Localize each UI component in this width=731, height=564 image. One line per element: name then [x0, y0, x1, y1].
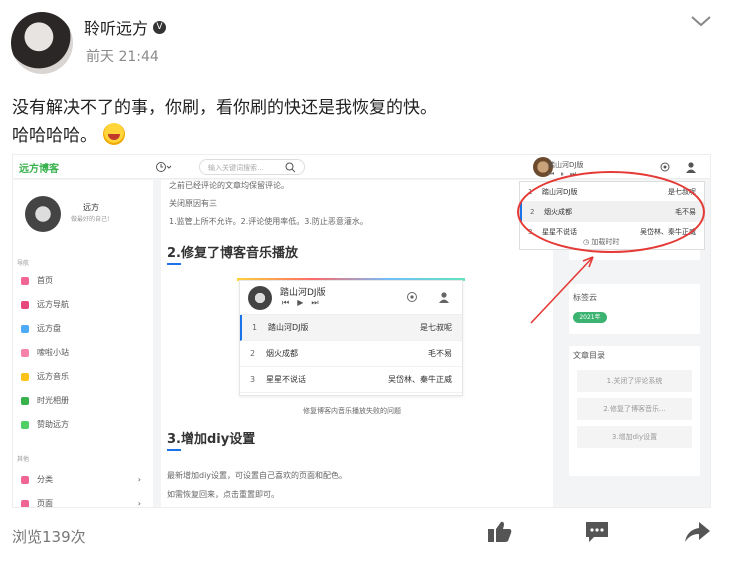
blog-logo[interactable]: 远方博客	[19, 160, 59, 175]
username[interactable]: 聆听远方	[84, 15, 148, 39]
search-icon[interactable]	[285, 162, 296, 173]
toc-title: 文章目录	[573, 351, 605, 360]
other-header: 其他	[17, 456, 30, 463]
play-icon[interactable]: ▶	[297, 298, 311, 307]
chevron-down-icon[interactable]	[690, 14, 712, 28]
heading-music-fix: 2.修复了博客音乐播放	[167, 246, 298, 261]
nav-header: 导航	[17, 260, 30, 267]
music-icon	[21, 372, 29, 381]
toc-item[interactable]: 1.关闭了评论系统	[577, 370, 692, 392]
prev-icon[interactable]: ⏮	[282, 298, 297, 307]
playlist-row[interactable]: 2 烟火成都 毛不易	[240, 341, 462, 367]
nav-item-site[interactable]: 嗦啦小站	[21, 347, 69, 358]
diy-line2: 如需恢复回来，点击重置即可。	[167, 490, 279, 499]
clock-icon[interactable]	[155, 161, 173, 173]
comment-icon[interactable]	[584, 520, 610, 544]
post-text-line1: 没有解决不了的事，你刷，看你刷的快还是我恢复的快。	[12, 98, 437, 118]
playlist-row[interactable]: 1 踏山河DJ版 是七叔呢	[240, 315, 462, 341]
popup-title: 踏山河DJ版	[548, 161, 584, 169]
nav-item-navigation[interactable]: 远方导航	[21, 299, 69, 310]
flag-icon	[21, 300, 29, 309]
player-title: 踏山河DJ版	[280, 288, 326, 298]
laughing-emoji-icon	[103, 122, 125, 145]
intro-line1: 之前已经评论的文章均保留评论。	[169, 181, 289, 190]
blog-sidebar: 远方 做最好的自己! 导航 首页 远方导航 远方盘 嗦啦小站 远方音乐 时光相册…	[13, 180, 153, 508]
intro-line2: 关闭原因有三	[169, 199, 217, 208]
next-icon[interactable]: ⏭	[311, 298, 326, 307]
nav-item-music[interactable]: 远方音乐	[21, 371, 69, 382]
cloud-icon	[21, 324, 29, 333]
chevron-right-icon: ›	[137, 475, 141, 484]
heading-underline	[167, 263, 181, 265]
nav-item-disk[interactable]: 远方盘	[21, 323, 61, 334]
post-image[interactable]: 远方博客 输入关键词搜索... 远方 做最好的自己! 导航 首页 远方导航 远方…	[12, 154, 711, 508]
view-count: 浏览139次	[12, 528, 86, 546]
user-icon[interactable]	[438, 291, 450, 303]
post-time: 前天 21:44	[86, 49, 159, 65]
home-icon	[21, 276, 29, 285]
nav-item-sponsor[interactable]: 赞助远方	[21, 419, 69, 430]
bell-icon	[21, 348, 29, 357]
nav-item-album[interactable]: 时光相册	[21, 395, 69, 406]
verified-badge-icon: V	[153, 20, 167, 34]
nav-item-home[interactable]: 首页	[21, 275, 53, 286]
user-avatar[interactable]	[11, 12, 73, 74]
thumbs-up-icon[interactable]	[487, 520, 513, 544]
camera-icon	[21, 396, 29, 405]
nav-item-category[interactable]: 分类 ›	[21, 474, 141, 485]
post-author[interactable]: 聆听远方 V	[84, 15, 167, 39]
blogger-avatar[interactable]	[25, 196, 61, 232]
player-controls: ⏮▶⏭	[282, 298, 327, 308]
nav-item-pages[interactable]: 页面 ›	[21, 498, 141, 508]
red-arrow-icon	[530, 256, 594, 324]
heading-underline	[167, 449, 181, 451]
gear-icon[interactable]	[406, 291, 418, 303]
toc-box: 文章目录 1.关闭了评论系统 2.修复了博客音乐... 3.增加diy设置	[569, 346, 700, 476]
music-player[interactable]: 踏山河DJ版 ⏮▶⏭ 1 踏山河DJ版 是七叔呢 2 烟火成都 毛不易 3 星星不说话 吴岱…	[239, 280, 463, 396]
diy-line1: 最新增加diy设置，可设置自己喜欢的页面和配色。	[167, 471, 348, 480]
player-header: 踏山河DJ版 ⏮▶⏭	[240, 281, 462, 315]
post-text-line2: 哈哈哈哈。	[12, 121, 125, 146]
share-icon[interactable]	[683, 520, 711, 544]
toc-item[interactable]: 3.增加diy设置	[577, 426, 692, 448]
heading-diy: 3.增加diy设置	[167, 432, 256, 447]
blog-name: 远方	[83, 203, 99, 212]
intro-line3: 1.监管上所不允许。2.评论使用率低。3.防止恶意灌水。	[169, 217, 368, 226]
post-text-line2-text: 哈哈哈哈。	[12, 126, 97, 146]
red-annotation-oval	[517, 171, 705, 253]
toc-item[interactable]: 2.修复了博客音乐...	[577, 398, 692, 420]
thumb-icon	[21, 420, 29, 429]
album-cover	[248, 286, 272, 310]
image-caption: 修复博客内音乐播放失败的问题	[303, 407, 401, 415]
grid-icon	[21, 475, 29, 484]
playlist-row[interactable]: 3 星星不说话 吴岱林、秦牛正威	[240, 367, 462, 393]
chevron-right-icon: ›	[137, 499, 141, 508]
blog-motto: 做最好的自己!	[71, 216, 110, 223]
page-icon	[21, 499, 29, 507]
article-content: 之前已经评论的文章均保留评论。 关闭原因有三 1.监管上所不允许。2.评论使用率…	[161, 180, 553, 507]
